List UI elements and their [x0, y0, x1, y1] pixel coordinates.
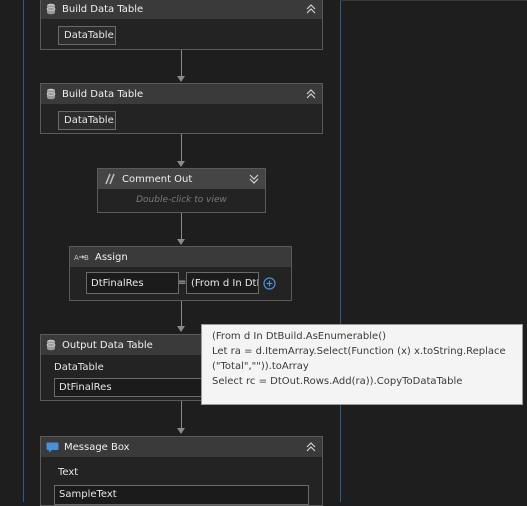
connector: [181, 400, 182, 428]
activity-title: Build Data Table: [62, 88, 144, 100]
build-data-table-activity-1[interactable]: Build Data Table DataTable...: [40, 0, 323, 50]
activity-header[interactable]: Build Data Table: [41, 0, 322, 19]
database-icon: [45, 88, 57, 100]
tooltip-line: ("Total","")).toArray: [212, 361, 309, 372]
activity-title: Output Data Table: [62, 339, 153, 351]
activity-title: Comment Out: [122, 173, 193, 185]
collapse-icon[interactable]: [304, 440, 318, 454]
sequence-border-left: [23, 0, 24, 502]
tooltip-line: (From d In DtBuild.AsEnumerable(): [212, 331, 387, 342]
database-icon: [45, 339, 57, 351]
comment-out-activity[interactable]: Comment Out Double-click to view: [97, 168, 266, 213]
tooltip-line: Select rc = DtOut.Rows.Add(ra)).CopyToDa…: [212, 376, 463, 387]
activity-title: Assign: [95, 251, 128, 263]
connector: [181, 300, 182, 326]
text-label: Text: [58, 467, 79, 478]
sequence-border-right: [340, 0, 341, 502]
connector-arrow: [177, 76, 185, 82]
expression-tooltip: (From d In DtBuild.AsEnumerable() Let ra…: [201, 324, 523, 405]
tooltip-line: Let ra = d.ItemArray.Select(Function (x)…: [212, 346, 506, 357]
collapse-icon[interactable]: [304, 87, 318, 101]
message-text-input[interactable]: SampleText: [54, 485, 309, 505]
connector-arrow: [177, 428, 185, 434]
connector: [181, 50, 182, 76]
svg-text:A: A: [74, 254, 79, 262]
database-icon: [45, 3, 57, 15]
add-icon[interactable]: [263, 277, 276, 290]
message-icon: [45, 441, 59, 453]
connector: [181, 134, 182, 162]
assign-icon: AB: [74, 251, 90, 263]
top-divider: [340, 0, 527, 1]
expand-icon[interactable]: [247, 172, 261, 186]
assign-value-input[interactable]: (From d In DtB: [186, 272, 259, 294]
assign-activity[interactable]: AB Assign DtFinalRes = (From d In DtB: [69, 246, 292, 301]
assign-to-input[interactable]: DtFinalRes: [86, 272, 179, 294]
message-box-activity[interactable]: Message Box Text SampleText: [40, 436, 323, 506]
datatable-label: DataTable: [54, 362, 104, 373]
activity-title: Build Data Table: [62, 3, 144, 15]
datatable-button[interactable]: DataTable...: [58, 111, 116, 130]
build-data-table-activity-2[interactable]: Build Data Table DataTable...: [40, 83, 323, 134]
connector: [181, 212, 182, 239]
datatable-button[interactable]: DataTable...: [58, 26, 116, 45]
collapse-icon[interactable]: [304, 2, 318, 16]
activity-header[interactable]: Build Data Table: [41, 84, 322, 104]
comment-out-icon: [102, 173, 116, 185]
comment-hint: Double-click to view: [136, 195, 227, 205]
connector-arrow: [177, 326, 185, 332]
equals-sign: =: [178, 277, 187, 288]
activity-header[interactable]: AB Assign: [70, 247, 291, 267]
activity-title: Message Box: [64, 441, 130, 453]
svg-text:B: B: [84, 254, 89, 262]
activity-header[interactable]: Comment Out: [98, 169, 265, 189]
activity-header[interactable]: Message Box: [41, 437, 322, 457]
connector-arrow: [177, 161, 185, 167]
connector-arrow: [177, 239, 185, 245]
